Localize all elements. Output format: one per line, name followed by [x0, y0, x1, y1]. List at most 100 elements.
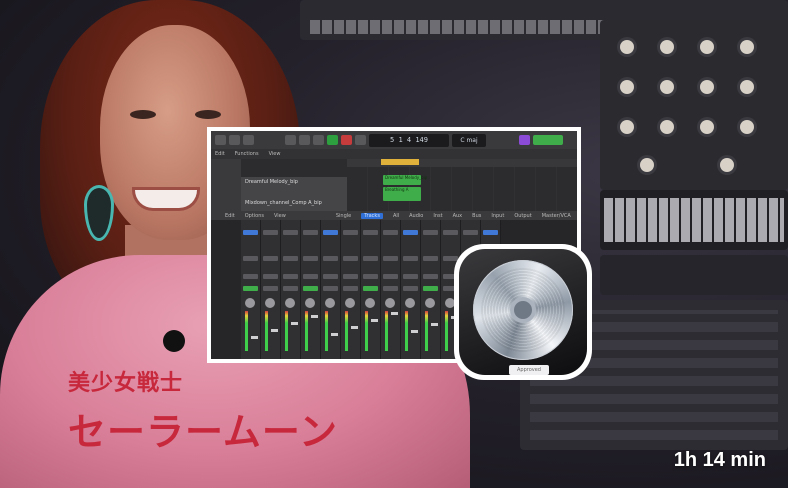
io-slot: [323, 274, 338, 279]
plugin-slot: [383, 230, 398, 235]
person-smile: [135, 190, 197, 208]
volume-fader: [351, 326, 358, 329]
region-label: Breathing A: [385, 187, 409, 192]
volume-fader: [331, 333, 338, 336]
plugin-slot: [263, 230, 278, 235]
synth-knob: [740, 40, 754, 54]
send-slot: [343, 256, 358, 261]
level-meter: [405, 311, 408, 351]
volume-fader: [311, 315, 318, 318]
lavalier-mic-icon: [163, 330, 185, 352]
plugin-slot: [243, 230, 258, 235]
pan-knob: [305, 298, 315, 308]
background-modular-synth: [600, 20, 788, 190]
synth-knob: [700, 80, 714, 94]
level-meter: [265, 311, 268, 351]
automation-slot: [243, 286, 258, 291]
person-eye: [195, 110, 221, 119]
mixer-view: View: [273, 212, 286, 219]
pan-knob: [345, 298, 355, 308]
volume-fader: [431, 323, 438, 326]
menu-edit: Edit: [215, 151, 225, 157]
shirt-print: 美少女戦士 セーラームーン: [68, 365, 338, 480]
mixer-aux: Aux: [452, 212, 463, 219]
plugin-slot: [343, 230, 358, 235]
automation-slot: [383, 286, 398, 291]
duration-label: 1h 14 min: [673, 449, 766, 471]
plugin-slot: [403, 230, 418, 235]
arrange-area: Dreamful Melody_bip Breathing A: [347, 167, 577, 211]
send-slot: [263, 256, 278, 261]
send-slot: [443, 256, 458, 261]
send-slot: [383, 256, 398, 261]
pan-knob: [405, 298, 415, 308]
io-slot: [283, 274, 298, 279]
channel-strip: [261, 220, 281, 359]
mixer-tracks: Tracks: [361, 212, 383, 219]
volume-fader: [251, 336, 258, 339]
channel-strip: [361, 220, 381, 359]
send-slot: [303, 256, 318, 261]
mixer-master: Master/VCA: [541, 212, 571, 219]
level-meter: [245, 311, 248, 351]
volume-fader: [291, 322, 298, 325]
mixer-bus: Bus: [472, 212, 482, 219]
send-slot: [283, 256, 298, 261]
io-slot: [303, 274, 318, 279]
mixer-output: Output: [514, 212, 532, 219]
channel-strip: [341, 220, 361, 359]
track-header: Dreamful Melody_bip: [241, 177, 347, 200]
pan-knob: [325, 298, 335, 308]
icon-face: Approved: [459, 249, 587, 375]
library-icon: [215, 135, 226, 145]
synth-knob: [720, 158, 734, 172]
automation-slot: [363, 286, 378, 291]
send-slot: [243, 256, 258, 261]
io-slot: [403, 274, 418, 279]
io-slot: [263, 274, 278, 279]
io-slot: [243, 274, 258, 279]
cycle-region: [381, 159, 419, 165]
level-meter: [425, 311, 428, 351]
channel-strip: [321, 220, 341, 359]
mixer-audio: Audio: [409, 212, 424, 219]
synth-knob: [660, 40, 674, 54]
track-name: Dreamful Melody_bip: [245, 179, 298, 185]
channel-strip: [401, 220, 421, 359]
level-meter: [385, 311, 388, 351]
automation-slot: [423, 286, 438, 291]
io-slot: [363, 274, 378, 279]
audio-region: Dreamful Melody_bip: [383, 175, 427, 185]
disc-icon: [473, 260, 573, 360]
daw-toolbar: 5 1 4 149 C maj: [211, 131, 577, 149]
volume-fader: [391, 312, 398, 315]
mixer-all: All: [392, 212, 400, 219]
track-name: Mixdown_channel_Comp A_bip: [245, 200, 322, 206]
automation-slot: [343, 286, 358, 291]
mixer-options: Options: [244, 212, 264, 219]
pan-knob: [285, 298, 295, 308]
plugin-slot: [323, 230, 338, 235]
channel-strip: [301, 220, 321, 359]
channel-strip: [241, 220, 261, 359]
send-slot: [363, 256, 378, 261]
pan-knob: [365, 298, 375, 308]
level-meter: [305, 311, 308, 351]
automation-slot: [283, 286, 298, 291]
cycle-icon: [355, 135, 366, 145]
level-meter: [345, 311, 348, 351]
approved-badge: Approved: [509, 365, 549, 375]
volume-fader: [271, 329, 278, 332]
io-slot: [383, 274, 398, 279]
synth-knob: [700, 40, 714, 54]
region-label: Dreamful Melody_bip: [385, 175, 428, 180]
plugin-slot: [363, 230, 378, 235]
channel-strip: [381, 220, 401, 359]
level-meter: [325, 311, 328, 351]
thumbnail: 美少女戦士 セーラームーン 5 1 4 149 C maj Edit Funct…: [0, 0, 788, 488]
synth-knob: [660, 80, 674, 94]
synth-knob: [620, 40, 634, 54]
shirt-print-line2: セーラームーン: [68, 410, 338, 454]
send-slot: [323, 256, 338, 261]
disc-hub: [514, 301, 532, 319]
